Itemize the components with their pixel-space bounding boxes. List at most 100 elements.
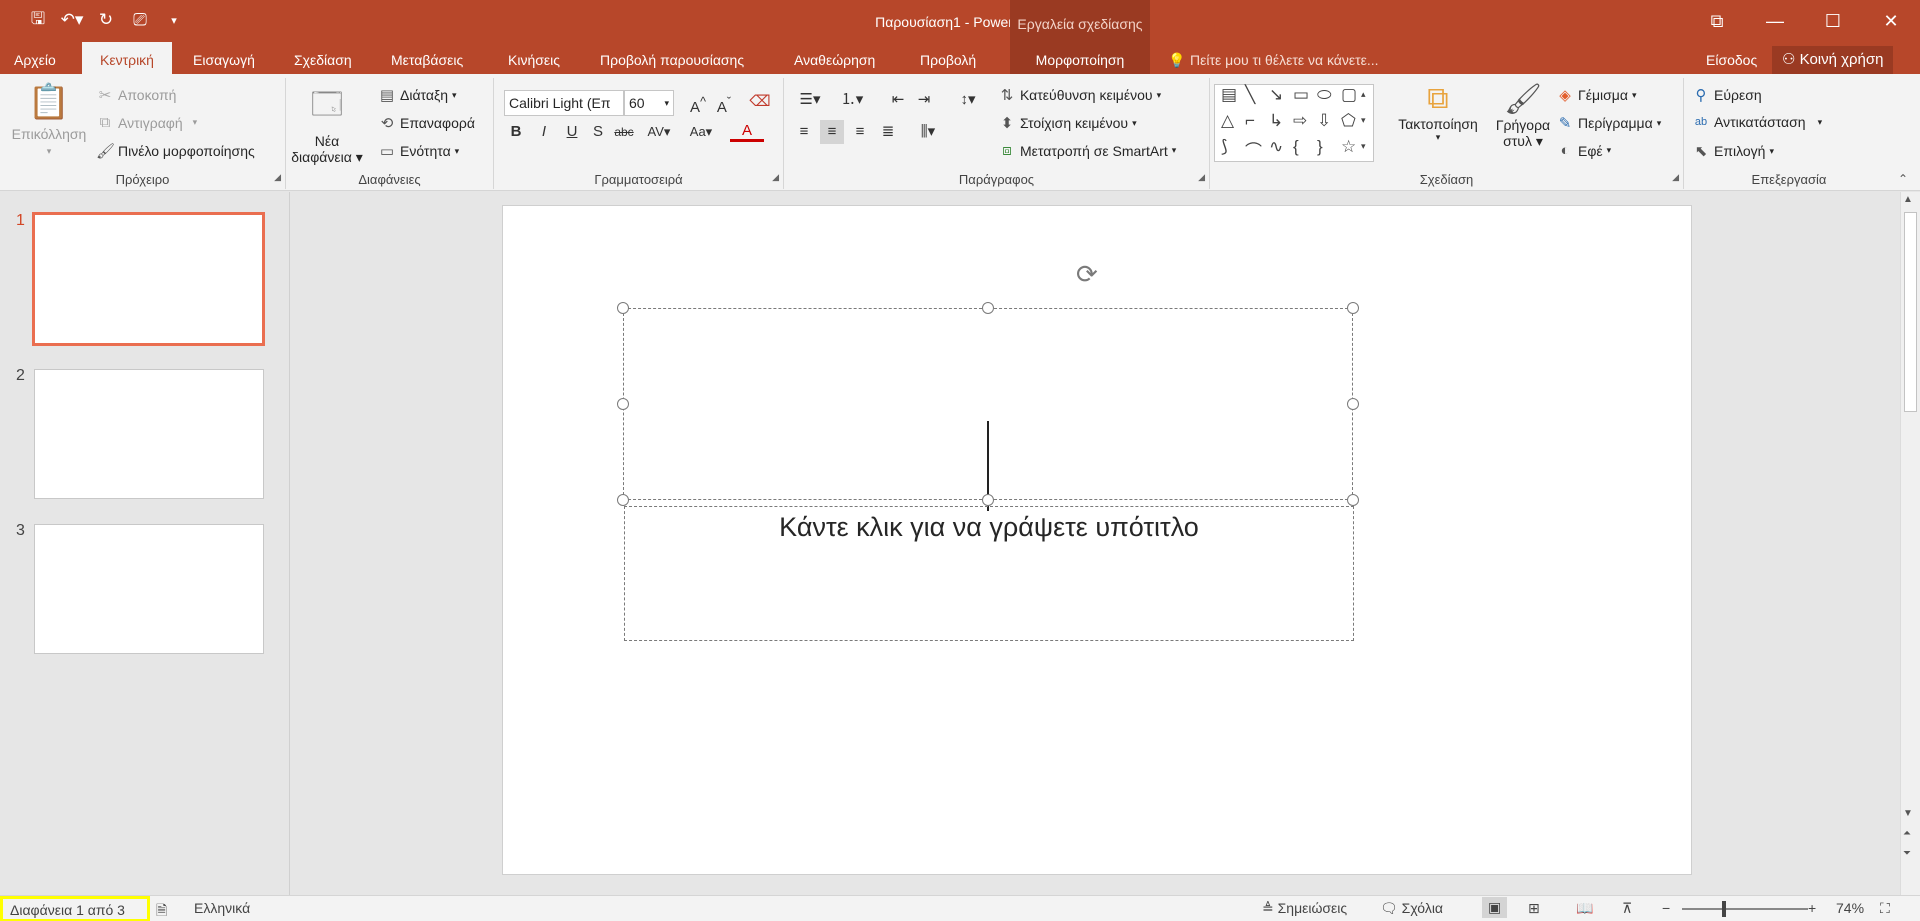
undo-icon[interactable]: ↶▾ [58, 8, 86, 32]
maximize-icon[interactable]: ☐ [1804, 0, 1862, 42]
line-shape-icon[interactable]: ╲ [1245, 85, 1255, 105]
arrow-line-shape-icon[interactable]: ↘ [1269, 85, 1283, 105]
align-right-icon[interactable]: ≡ [848, 120, 872, 144]
scrollbar-thumb[interactable] [1904, 212, 1917, 412]
slideshow-view-icon[interactable]: ⊼ [1622, 900, 1632, 917]
resize-handle[interactable] [982, 494, 994, 506]
collapse-ribbon-icon[interactable]: ⌃ [1898, 172, 1908, 186]
grow-font-icon[interactable]: A^ [686, 90, 710, 116]
resize-handle[interactable] [617, 302, 629, 314]
character-spacing-icon[interactable]: AV▾ [642, 120, 676, 144]
line-spacing-icon[interactable]: ↕▾ [950, 88, 986, 112]
curve-shape-icon[interactable]: ∿ [1269, 137, 1283, 157]
tab-format[interactable]: Μορφοποίηση [1010, 42, 1150, 74]
italic-icon[interactable]: I [532, 120, 556, 144]
spellcheck-icon[interactable]: 🗎 [156, 900, 167, 921]
tab-home[interactable]: Κεντρική [82, 42, 172, 75]
minimize-icon[interactable]: — [1746, 0, 1804, 42]
textbox-shape-icon[interactable]: ▤ [1221, 85, 1237, 105]
slide-sorter-icon[interactable]: ⊞ [1528, 900, 1540, 917]
save-icon[interactable]: 🖫 [24, 8, 52, 32]
zoom-out-icon[interactable]: − [1662, 900, 1670, 916]
tab-slideshow[interactable]: Προβολή παρουσίασης [590, 42, 754, 74]
start-from-beginning-icon[interactable]: ⎚ [126, 8, 154, 32]
reading-view-icon[interactable]: 📖 [1576, 900, 1593, 917]
share-button[interactable]: ⚇ Κοινή χρήση [1772, 46, 1894, 74]
gallery-scroll-up-icon[interactable]: ▴ [1361, 89, 1366, 100]
vertical-scrollbar[interactable]: ▲ ▼ ⏶ ⏷ [1900, 192, 1920, 895]
dialog-launcher-icon[interactable]: ◢ [772, 172, 779, 183]
resize-handle[interactable] [982, 302, 994, 314]
arc-shape-icon[interactable]: ⌒ [1245, 137, 1262, 162]
gallery-scroll-down-icon[interactable]: ▾ [1361, 115, 1366, 126]
resize-handle[interactable] [617, 494, 629, 506]
rounded-rect-shape-icon[interactable]: ▢ [1341, 85, 1357, 105]
elbow-arrow-icon[interactable]: ↳ [1269, 111, 1283, 131]
shape-outline-button[interactable]: ✎ Περίγραμμα ▾ [1556, 114, 1662, 132]
zoom-slider[interactable] [1682, 908, 1808, 910]
tell-me-search[interactable]: Πείτε μου τι θέλετε να κάνετε... [1190, 42, 1379, 78]
new-slide-button[interactable]: 🗔 Νέα διαφάνεια ▾ [291, 82, 363, 166]
cut-button[interactable]: ✂ Αποκοπή [96, 86, 177, 104]
right-brace-icon[interactable]: } [1317, 137, 1323, 157]
rotate-handle-icon[interactable]: ⟳ [1076, 259, 1098, 290]
bullets-icon[interactable]: ☰▾ [792, 88, 828, 112]
bold-icon[interactable]: B [504, 120, 528, 144]
triangle-shape-icon[interactable]: △ [1221, 111, 1234, 131]
star-shape-icon[interactable]: ☆ [1341, 137, 1356, 157]
resize-handle[interactable] [617, 398, 629, 410]
text-direction-button[interactable]: ⇅ Κατεύθυνση κειμένου ▾ [998, 86, 1161, 104]
replace-button[interactable]: ab Αντικατάσταση ▾ [1692, 114, 1822, 130]
strikethrough-icon[interactable]: abc [612, 120, 636, 144]
align-left-icon[interactable]: ≡ [792, 120, 816, 144]
previous-slide-icon[interactable]: ⏶ [1903, 828, 1911, 839]
subtitle-placeholder[interactable]: Κάντε κλικ για να γράψετε υπότιτλο [624, 506, 1354, 641]
slide-canvas[interactable]: ⟳ Κάντε κλικ για να γράψετε υπότιτλο [502, 205, 1692, 875]
reset-button[interactable]: ⟲ Επαναφορά [378, 114, 475, 132]
zoom-in-icon[interactable]: + [1808, 900, 1816, 916]
tab-animations[interactable]: Κινήσεις [498, 42, 570, 74]
columns-icon[interactable]: ⫼▾ [910, 120, 946, 144]
scroll-down-icon[interactable]: ▼ [1903, 808, 1913, 819]
arrange-button[interactable]: ⧉ Τακτοποίηση ▾ [1390, 82, 1486, 143]
font-size-select[interactable]: 60 ▾ [624, 90, 674, 116]
down-arrow-shape-icon[interactable]: ⇩ [1317, 111, 1331, 131]
customize-qat-icon[interactable]: ▾ [160, 8, 188, 32]
zoom-level[interactable]: 74% [1836, 900, 1864, 916]
next-slide-icon[interactable]: ⏷ [1903, 848, 1911, 859]
format-painter-button[interactable]: 🖌 Πινέλο μορφοποίησης [96, 142, 255, 160]
numbering-icon[interactable]: ⒈▾ [834, 88, 870, 112]
tab-review[interactable]: Αναθεώρηση [784, 42, 885, 74]
slide-thumbnail-2[interactable] [34, 369, 264, 499]
paste-button[interactable]: 📋 Επικόλληση ▾ [6, 82, 92, 157]
rectangle-shape-icon[interactable]: ▭ [1293, 85, 1309, 105]
sign-in-link[interactable]: Είσοδος [1706, 42, 1757, 78]
slide-thumbnail-3[interactable] [34, 524, 264, 654]
freeform-shape-icon[interactable]: ⟆ [1221, 137, 1228, 157]
underline-icon[interactable]: U [560, 120, 584, 144]
dialog-launcher-icon[interactable]: ◢ [1672, 172, 1679, 183]
resize-handle[interactable] [1347, 398, 1359, 410]
tab-insert[interactable]: Εισαγωγή [183, 42, 265, 74]
change-case-icon[interactable]: Aa▾ [684, 120, 718, 144]
fit-to-window-icon[interactable]: ⛶ [1880, 900, 1890, 917]
tab-view[interactable]: Προβολή [910, 42, 986, 74]
align-text-button[interactable]: ⬍ Στοίχιση κειμένου ▾ [998, 114, 1137, 132]
shrink-font-icon[interactable]: Aˇ [712, 90, 736, 116]
font-color-icon[interactable]: A [730, 120, 764, 142]
tab-transitions[interactable]: Μεταβάσεις [381, 42, 473, 74]
slide-thumbnail-1[interactable] [32, 212, 265, 346]
redo-icon[interactable]: ↻ [92, 8, 120, 32]
find-button[interactable]: ⚲ Εύρεση [1692, 86, 1762, 104]
ribbon-display-options-icon[interactable]: ⧉ [1688, 0, 1746, 42]
convert-smartart-button[interactable]: ⧈ Μετατροπή σε SmartArt ▾ [998, 142, 1176, 159]
justify-icon[interactable]: ≣ [876, 120, 900, 144]
language-indicator[interactable]: Ελληνικά [194, 900, 250, 916]
right-arrow-shape-icon[interactable]: ⇨ [1293, 111, 1307, 131]
resize-handle[interactable] [1347, 494, 1359, 506]
pentagon-shape-icon[interactable]: ⬠ [1341, 111, 1356, 131]
shape-effects-button[interactable]: ◐ Εφέ ▾ [1556, 142, 1611, 159]
increase-indent-icon[interactable]: ⇥ [912, 88, 936, 112]
tab-design[interactable]: Σχεδίαση [284, 42, 362, 74]
scroll-up-icon[interactable]: ▲ [1903, 194, 1913, 205]
